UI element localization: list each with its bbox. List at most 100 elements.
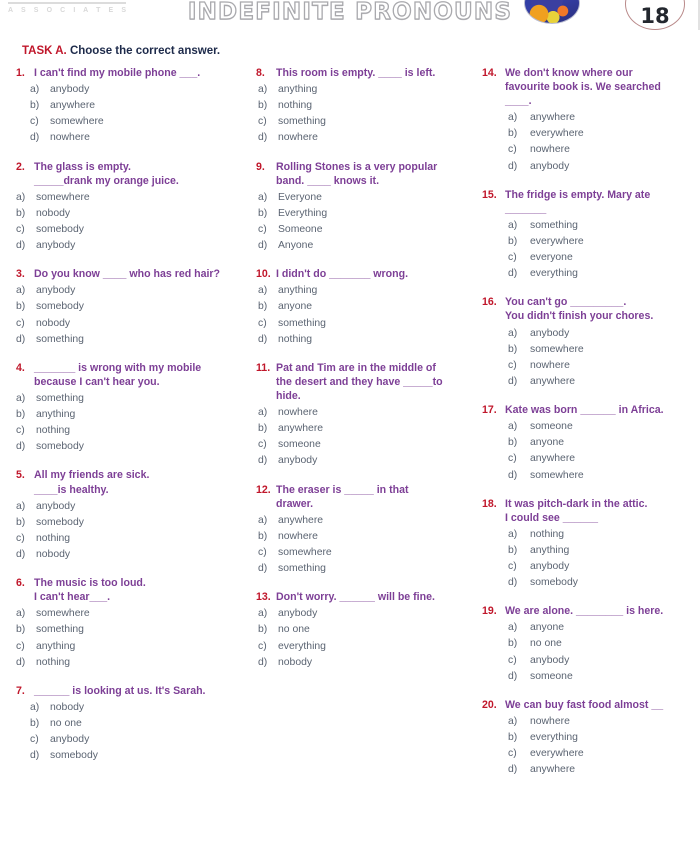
option-row[interactable]: a) anybody <box>16 499 252 515</box>
option-row[interactable]: b) anything <box>482 543 696 559</box>
option-letter: a) <box>258 407 268 419</box>
option-row[interactable]: b) anywhere <box>16 98 252 114</box>
option-row[interactable]: c) nowhere <box>482 358 696 374</box>
option-text: something <box>278 563 326 575</box>
option-row[interactable]: d) anybody <box>256 453 478 469</box>
option-row[interactable]: c) something <box>256 114 478 130</box>
option-row[interactable]: d) somebody <box>16 748 252 764</box>
option-row[interactable]: d) anybody <box>16 238 252 254</box>
option-row[interactable]: c) anybody <box>16 732 252 748</box>
option-row[interactable]: d) anywhere <box>482 374 696 390</box>
option-row[interactable]: c) anything <box>16 639 252 655</box>
option-row[interactable]: b) no one <box>16 716 252 732</box>
option-list: a) something b) anything c) nothing d) somebody <box>16 391 252 456</box>
option-row[interactable]: d) somebody <box>16 439 252 455</box>
option-row[interactable]: c) Someone <box>256 222 478 238</box>
option-row[interactable]: b) no one <box>482 636 696 652</box>
option-letter: d) <box>508 764 518 776</box>
option-row[interactable]: c) somebody <box>16 222 252 238</box>
option-row[interactable]: c) everywhere <box>482 746 696 762</box>
question-block: 2. The glass is empty. _____drank my orang… <box>16 160 252 255</box>
option-row[interactable]: d) somewhere <box>482 468 696 484</box>
option-row[interactable]: a) anybody <box>16 82 252 98</box>
option-row[interactable]: b) anyone <box>482 435 696 451</box>
option-row[interactable]: c) somewhere <box>256 545 478 561</box>
option-row[interactable]: a) nobody <box>16 700 252 716</box>
option-row[interactable]: a) somewhere <box>16 190 252 206</box>
option-list: a) nothing b) anything c) anybody d) somebody <box>482 527 696 592</box>
option-row[interactable]: a) anything <box>256 82 478 98</box>
option-row[interactable]: d) someone <box>482 669 696 685</box>
option-row[interactable]: c) everyone <box>482 250 696 266</box>
option-row[interactable]: c) nowhere <box>482 142 696 158</box>
option-row[interactable]: d) nowhere <box>16 130 252 146</box>
option-row[interactable]: c) anybody <box>482 653 696 669</box>
option-list: a) anybody b) anywhere c) somewhere d) nowhere <box>16 82 252 147</box>
option-row[interactable]: c) nothing <box>16 423 252 439</box>
option-row[interactable]: c) anywhere <box>482 451 696 467</box>
option-row[interactable]: c) anybody <box>482 559 696 575</box>
question-number: 6. <box>16 577 25 590</box>
option-row[interactable]: d) something <box>256 561 478 577</box>
option-text: anybody <box>50 84 90 96</box>
option-row[interactable]: a) nowhere <box>482 714 696 730</box>
option-row[interactable]: b) Everything <box>256 206 478 222</box>
question-number: 15. <box>482 188 497 201</box>
option-row[interactable]: a) nothing <box>482 527 696 543</box>
option-row[interactable]: d) anybody <box>482 159 696 175</box>
option-row[interactable]: d) anywhere <box>482 762 696 778</box>
option-row[interactable]: a) anybody <box>256 606 478 622</box>
option-letter: c) <box>258 223 267 235</box>
option-row[interactable]: c) someone <box>256 437 478 453</box>
option-row[interactable]: a) anywhere <box>256 513 478 529</box>
option-row[interactable]: b) anywhere <box>256 421 478 437</box>
option-row[interactable]: b) everywhere <box>482 234 696 250</box>
option-letter: c) <box>16 532 25 544</box>
option-row[interactable]: a) anything <box>256 283 478 299</box>
question-block: 8. This room is empty. ____ is left. a) any… <box>256 66 478 147</box>
option-row[interactable]: d) Anyone <box>256 238 478 254</box>
option-text: somewhere <box>530 469 584 481</box>
option-row[interactable]: d) nothing <box>16 655 252 671</box>
question-text-continued: ____is healthy. <box>34 483 109 496</box>
option-row[interactable]: d) nothing <box>256 332 478 348</box>
option-row[interactable]: c) everything <box>256 639 478 655</box>
option-row[interactable]: a) anyone <box>482 620 696 636</box>
option-row[interactable]: d) nowhere <box>256 130 478 146</box>
option-row[interactable]: a) somewhere <box>16 606 252 622</box>
option-row[interactable]: a) anybody <box>482 326 696 342</box>
option-row[interactable]: a) Everyone <box>256 190 478 206</box>
option-row[interactable]: b) somebody <box>16 299 252 315</box>
option-row[interactable]: b) anyone <box>256 299 478 315</box>
option-row[interactable]: c) nothing <box>16 531 252 547</box>
option-text: everyone <box>530 252 573 264</box>
option-row[interactable]: b) somewhere <box>482 342 696 358</box>
option-row[interactable]: b) everywhere <box>482 126 696 142</box>
option-row[interactable]: a) something <box>16 391 252 407</box>
option-row[interactable]: b) nobody <box>16 206 252 222</box>
option-row[interactable]: d) something <box>16 332 252 348</box>
option-row[interactable]: c) somewhere <box>16 114 252 130</box>
option-text: anybody <box>530 160 570 172</box>
option-row[interactable]: b) everything <box>482 730 696 746</box>
option-text: everything <box>530 732 578 744</box>
option-row[interactable]: c) nobody <box>16 316 252 332</box>
option-row[interactable]: b) nowhere <box>256 529 478 545</box>
option-row[interactable]: a) nowhere <box>256 405 478 421</box>
option-row[interactable]: a) anywhere <box>482 110 696 126</box>
option-row[interactable]: a) someone <box>482 419 696 435</box>
option-row[interactable]: b) something <box>16 622 252 638</box>
option-row[interactable]: b) somebody <box>16 515 252 531</box>
option-row[interactable]: d) everything <box>482 266 696 282</box>
option-row[interactable]: b) nothing <box>256 98 478 114</box>
option-row[interactable]: b) anything <box>16 407 252 423</box>
option-row[interactable]: a) something <box>482 218 696 234</box>
option-row[interactable]: d) nobody <box>16 547 252 563</box>
question-text-continued: I can't hear___. <box>34 591 111 604</box>
option-row[interactable]: d) nobody <box>256 655 478 671</box>
option-row[interactable]: c) something <box>256 316 478 332</box>
option-row[interactable]: d) somebody <box>482 575 696 591</box>
option-row[interactable]: b) no one <box>256 622 478 638</box>
option-text: anywhere <box>530 453 576 465</box>
option-row[interactable]: a) anybody <box>16 283 252 299</box>
